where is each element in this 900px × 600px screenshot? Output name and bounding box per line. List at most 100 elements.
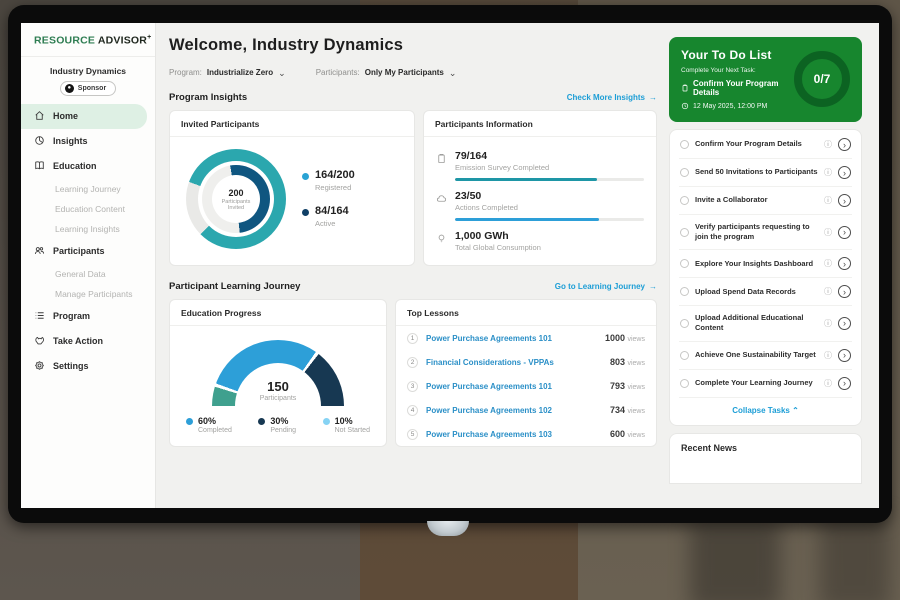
lesson-link[interactable]: Power Purchase Agreements 101 — [426, 334, 597, 343]
sidebar-item-take-action[interactable]: Take Action — [21, 329, 155, 354]
page-title: Welcome, Industry Dynamics — [169, 36, 657, 55]
organization-name: Industry Dynamics — [21, 66, 155, 76]
todo-subtitle: Complete Your Next Task: — [681, 67, 794, 74]
views-count: 1000 — [605, 333, 625, 343]
todo-progress-ring: 0/7 — [794, 51, 850, 107]
rank-badge: 5 — [407, 429, 418, 440]
task-row-confirm-program[interactable]: Confirm Your Program Details ⓘ › — [679, 131, 852, 159]
info-icon: ⓘ — [824, 286, 832, 297]
go-to-learning-journey-link[interactable]: Go to Learning Journey → — [555, 282, 657, 291]
lesson-row[interactable]: 5 Power Purchase Agreements 103 600 view… — [396, 422, 656, 446]
task-checkbox[interactable] — [680, 379, 689, 388]
learning-cards-row: Education Progress 150 Participants — [169, 299, 657, 447]
todo-summary-card[interactable]: Your To Do List Complete Your Next Task:… — [669, 37, 862, 122]
sidebar-item-home[interactable]: Home — [21, 104, 147, 129]
sponsor-badge-label: Sponsor — [78, 85, 106, 92]
chevron-right-icon[interactable]: › — [838, 349, 851, 362]
lesson-link[interactable]: Power Purchase Agreements 102 — [426, 406, 602, 415]
donut-gap: 200 Participants Invited — [198, 161, 274, 237]
sidebar-item-label: Program — [53, 311, 90, 321]
program-filter[interactable]: Program: Industrialize Zero ⌄ — [169, 68, 286, 77]
rank-badge: 2 — [407, 357, 418, 368]
info-icon: ⓘ — [824, 139, 832, 150]
rank-badge: 4 — [407, 405, 418, 416]
todo-tasks-card: Confirm Your Program Details ⓘ › Send 50… — [669, 129, 862, 426]
clipboard-icon — [681, 84, 689, 92]
task-row-upload-spend-data[interactable]: Upload Spend Data Records ⓘ › — [679, 278, 852, 306]
lesson-link[interactable]: Financial Considerations - VPPAs — [426, 358, 602, 367]
sidebar-item-participants[interactable]: Participants — [21, 239, 155, 264]
sponsor-badge-icon: ● — [65, 84, 74, 93]
task-checkbox[interactable] — [680, 196, 689, 205]
donut-center-label: Participants Invited — [216, 199, 256, 211]
stat-value: 1,000 GWh — [455, 230, 644, 242]
sidebar-item-learning-insights[interactable]: Learning Insights — [21, 219, 155, 239]
task-row-verify-participants[interactable]: Verify participants requesting to join t… — [679, 215, 852, 250]
participants-information-body: 79/164 Emission Survey Completed 23/50 A… — [424, 137, 656, 262]
lesson-row[interactable]: 1 Power Purchase Agreements 101 1000 vie… — [396, 326, 656, 350]
chevron-right-icon[interactable]: › — [838, 285, 851, 298]
task-checkbox[interactable] — [680, 168, 689, 177]
sidebar-item-settings[interactable]: Settings — [21, 354, 155, 379]
gauge-center-value: 150 — [235, 379, 321, 394]
chevron-right-icon[interactable]: › — [838, 257, 851, 270]
task-label: Confirm Your Program Details — [695, 139, 818, 149]
chevron-right-icon[interactable]: › — [838, 138, 851, 151]
todo-due-date: 12 May 2025, 12:00 PM — [693, 103, 767, 110]
task-row-upload-educational-content[interactable]: Upload Additional Educational Content ⓘ … — [679, 306, 852, 341]
task-row-complete-learning-journey[interactable]: Complete Your Learning Journey ⓘ › — [679, 370, 852, 398]
chevron-down-icon: ⌄ — [278, 71, 286, 75]
lesson-row[interactable]: 4 Power Purchase Agreements 102 734 view… — [396, 398, 656, 422]
participants-filter[interactable]: Participants: Only My Participants ⌄ — [316, 68, 457, 77]
task-row-send-invitations[interactable]: Send 50 Invitations to Participants ⓘ › — [679, 159, 852, 187]
task-row-invite-collaborator[interactable]: Invite a Collaborator ⓘ › — [679, 187, 852, 215]
chevron-right-icon[interactable]: › — [838, 194, 851, 207]
program-filter-label: Program: — [169, 68, 202, 77]
invited-participants-chart: 200 Participants Invited — [170, 137, 414, 265]
stat-label: Total Global Consumption — [455, 243, 644, 252]
chevron-right-icon[interactable]: › — [838, 166, 851, 179]
views-suffix: views — [627, 408, 645, 415]
background-shadow — [690, 520, 780, 600]
sidebar-item-program[interactable]: Program — [21, 304, 155, 329]
chevron-right-icon[interactable]: › — [838, 377, 851, 390]
task-checkbox[interactable] — [680, 351, 689, 360]
sidebar-item-education[interactable]: Education — [21, 154, 155, 179]
task-checkbox[interactable] — [680, 140, 689, 149]
collapse-tasks-link[interactable]: Collapse Tasks ⌃ — [679, 398, 852, 424]
arrow-right-icon: → — [649, 282, 657, 291]
pie-chart-icon — [34, 135, 45, 148]
lesson-row[interactable]: 2 Financial Considerations - VPPAs 803 v… — [396, 350, 656, 374]
legend-label: Pending — [270, 427, 296, 434]
sidebar-item-insights[interactable]: Insights — [21, 129, 155, 154]
task-checkbox[interactable] — [680, 287, 689, 296]
task-row-explore-insights[interactable]: Explore Your Insights Dashboard ⓘ › — [679, 250, 852, 278]
lesson-link[interactable]: Power Purchase Agreements 103 — [426, 430, 602, 439]
legend-value: 164/200 — [315, 170, 355, 181]
sidebar-item-learning-journey[interactable]: Learning Journey — [21, 179, 155, 199]
stat-actions-completed: 23/50 Actions Completed — [436, 185, 644, 225]
participants-filter-value: Only My Participants — [365, 68, 444, 77]
donut-center-value: 200 — [228, 188, 243, 198]
lesson-row[interactable]: 3 Power Purchase Agreements 101 793 view… — [396, 374, 656, 398]
legend-label: Registered — [315, 183, 355, 192]
section-title: Program Insights — [169, 92, 247, 103]
task-checkbox[interactable] — [680, 228, 689, 237]
chevron-right-icon[interactable]: › — [838, 317, 851, 330]
background-shadow — [820, 515, 890, 600]
sidebar-item-education-content[interactable]: Education Content — [21, 199, 155, 219]
sidebar-item-manage-participants[interactable]: Manage Participants — [21, 284, 155, 304]
chevron-right-icon[interactable]: › — [838, 226, 851, 239]
info-icon: ⓘ — [824, 227, 832, 238]
participants-information-card: Participants Information 79/164 Emission… — [423, 110, 657, 266]
lesson-link[interactable]: Power Purchase Agreements 101 — [426, 382, 602, 391]
stat-emission-survey: 79/164 Emission Survey Completed — [436, 145, 644, 185]
sidebar-item-general-data[interactable]: General Data — [21, 264, 155, 284]
sidebar-item-label: Education — [53, 161, 97, 171]
main-content: Welcome, Industry Dynamics Program: Indu… — [156, 23, 667, 508]
task-checkbox[interactable] — [680, 319, 689, 328]
task-checkbox[interactable] — [680, 259, 689, 268]
check-more-insights-link[interactable]: Check More Insights → — [567, 93, 657, 102]
task-row-achieve-target[interactable]: Achieve One Sustainability Target ⓘ › — [679, 342, 852, 370]
logo-text-secondary: ADVISOR — [98, 35, 147, 47]
